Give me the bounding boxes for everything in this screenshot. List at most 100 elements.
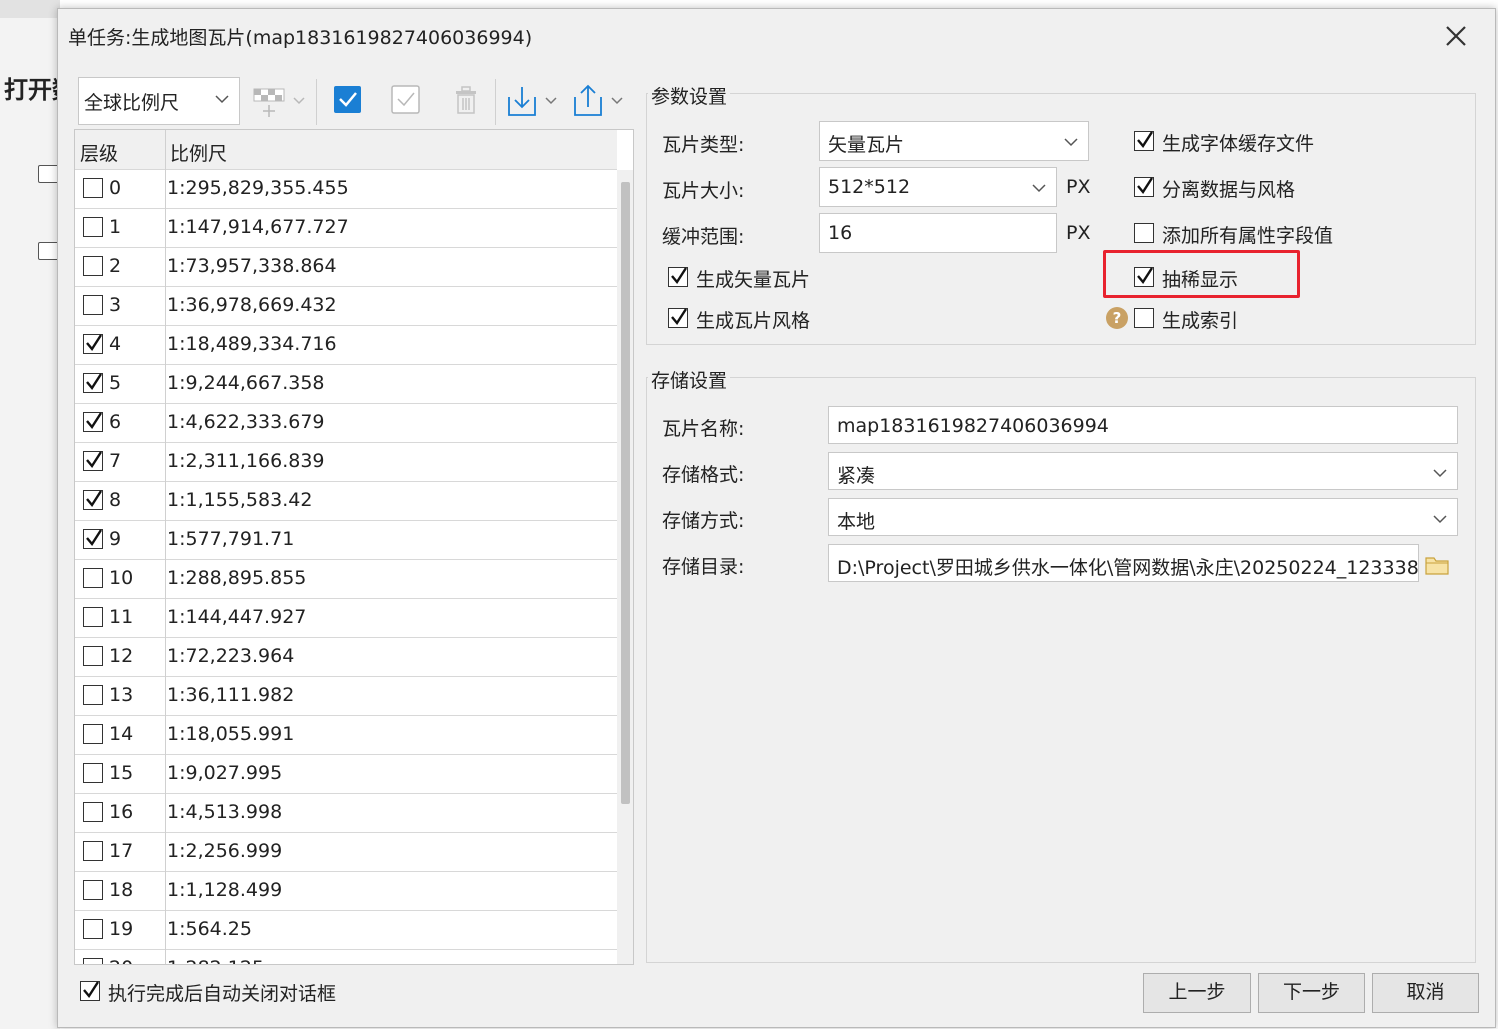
check-all-button[interactable] (332, 83, 364, 119)
checkbox-box (668, 267, 688, 287)
gen-index-checkbox[interactable]: 生成索引 (1134, 306, 1294, 332)
checkbox-box (83, 880, 103, 900)
row-checkbox[interactable] (83, 451, 103, 475)
row-checkbox[interactable] (83, 412, 103, 436)
storage-format-select[interactable]: 紧凑 (828, 452, 1458, 490)
column-header-scale[interactable]: 比例尺 (170, 139, 227, 166)
table-row[interactable]: 17 1:2,256.999 (75, 833, 617, 872)
export-button[interactable] (572, 83, 628, 119)
row-checkbox[interactable] (83, 490, 103, 514)
cancel-button[interactable]: 取消 (1372, 973, 1479, 1013)
table-row[interactable]: 9 1:577,791.71 (75, 521, 617, 560)
row-checkbox[interactable] (83, 958, 103, 964)
row-checkbox[interactable] (83, 685, 103, 709)
checkbox-box (83, 685, 103, 705)
scrollbar-thumb[interactable] (621, 182, 630, 804)
row-checkbox[interactable] (83, 295, 103, 319)
column-divider (165, 404, 166, 443)
tile-grid-add-button[interactable] (252, 83, 308, 119)
table-row[interactable]: 7 1:2,311,166.839 (75, 443, 617, 482)
row-checkbox[interactable] (83, 724, 103, 748)
row-checkbox[interactable] (83, 256, 103, 280)
column-divider (165, 248, 166, 287)
checkbox-box (83, 178, 103, 198)
table-row[interactable]: 16 1:4,513.998 (75, 794, 617, 833)
table-row[interactable]: 19 1:564.25 (75, 911, 617, 950)
row-checkbox[interactable] (83, 373, 103, 397)
tile-type-select[interactable]: 矢量瓦片 (819, 121, 1089, 161)
level-cell: 9 (109, 528, 122, 550)
scale-cell: 1:72,223.964 (167, 645, 295, 667)
gen-tile-style-checkbox[interactable]: 生成瓦片风格 (668, 306, 828, 332)
tile-name-input[interactable]: map1831619827406036994 (828, 406, 1458, 444)
table-row[interactable]: 20 1:282.125 (75, 950, 617, 964)
close-button[interactable] (1441, 21, 1471, 51)
separate-data-style-checkbox[interactable]: 分离数据与风格 (1134, 175, 1334, 201)
uncheck-all-button[interactable] (390, 83, 422, 119)
level-cell: 1 (109, 216, 122, 238)
uncheck-all-icon (391, 85, 420, 114)
table-row[interactable]: 2 1:73,957,338.864 (75, 248, 617, 287)
table-row[interactable]: 3 1:36,978,669.432 (75, 287, 617, 326)
background-topbar (0, 0, 60, 18)
table-row[interactable]: 11 1:144,447.927 (75, 599, 617, 638)
column-divider (165, 911, 166, 950)
scale-cell: 1:4,622,333.679 (167, 411, 325, 433)
prev-button[interactable]: 上一步 (1143, 973, 1251, 1013)
table-row[interactable]: 5 1:9,244,667.358 (75, 365, 617, 404)
scale-cell: 1:564.25 (167, 918, 252, 940)
background-window: 打开数 (0, 0, 60, 1029)
checkbox-box (1134, 267, 1154, 287)
chevron-down-icon (1032, 184, 1046, 193)
table-row[interactable]: 8 1:1,155,583.42 (75, 482, 617, 521)
table-row[interactable]: 13 1:36,111.982 (75, 677, 617, 716)
table-row[interactable]: 6 1:4,622,333.679 (75, 404, 617, 443)
gen-font-cache-checkbox[interactable]: 生成字体缓存文件 (1134, 129, 1334, 155)
table-row[interactable]: 14 1:18,055.991 (75, 716, 617, 755)
row-checkbox[interactable] (83, 841, 103, 865)
checkbox-box (83, 802, 103, 822)
table-row[interactable]: 15 1:9,027.995 (75, 755, 617, 794)
column-divider (165, 326, 166, 365)
row-checkbox[interactable] (83, 919, 103, 943)
table-row[interactable]: 4 1:18,489,334.716 (75, 326, 617, 365)
buffer-input[interactable]: 16 (819, 213, 1057, 253)
table-row[interactable]: 18 1:1,128.499 (75, 872, 617, 911)
tile-size-select[interactable]: 512*512 (819, 167, 1057, 207)
row-checkbox[interactable] (83, 802, 103, 826)
add-all-attrs-label: 添加所有属性字段值 (1162, 225, 1334, 247)
row-checkbox[interactable] (83, 763, 103, 787)
table-body: 0 1:295,829,355.455 1 1:147,914,677.727 2 1:7… (75, 170, 617, 964)
table-row[interactable]: 0 1:295,829,355.455 (75, 170, 617, 209)
row-checkbox[interactable] (83, 529, 103, 553)
table-row[interactable]: 12 1:72,223.964 (75, 638, 617, 677)
level-cell: 5 (109, 372, 122, 394)
row-checkbox[interactable] (83, 334, 103, 358)
row-checkbox[interactable] (83, 880, 103, 904)
column-header-level[interactable]: 层级 (80, 139, 118, 166)
dialog-title: 单任务:生成地图瓦片(map1831619827406036994) (68, 27, 533, 49)
delete-button[interactable] (450, 83, 482, 119)
next-button[interactable]: 下一步 (1258, 973, 1365, 1013)
table-row[interactable]: 10 1:288,895.855 (75, 560, 617, 599)
checkbox-box (83, 958, 103, 964)
storage-method-select[interactable]: 本地 (828, 498, 1458, 536)
add-all-attrs-checkbox[interactable]: 添加所有属性字段值 (1134, 221, 1354, 247)
browse-folder-button[interactable] (1425, 553, 1449, 577)
row-checkbox[interactable] (83, 568, 103, 592)
row-checkbox[interactable] (83, 217, 103, 241)
row-checkbox[interactable] (83, 646, 103, 670)
gen-vector-tile-checkbox[interactable]: 生成矢量瓦片 (668, 265, 828, 291)
level-cell: 14 (109, 723, 134, 745)
gen-font-cache-label: 生成字体缓存文件 (1162, 133, 1315, 155)
row-checkbox[interactable] (83, 607, 103, 631)
row-checkbox[interactable] (83, 178, 103, 202)
help-icon[interactable]: ? (1106, 307, 1128, 329)
scale-preset-select[interactable]: 全球比例尺 (78, 77, 240, 125)
tile-grid-add-icon (253, 88, 305, 117)
storage-dir-input[interactable]: D:\Project\罗田城乡供水一体化\管网数据\永庄\20250224_12… (828, 544, 1419, 582)
table-row[interactable]: 1 1:147,914,677.727 (75, 209, 617, 248)
checkbox-box (1134, 131, 1154, 151)
import-button[interactable] (506, 83, 562, 119)
thin-display-checkbox[interactable]: 抽稀显示 (1134, 265, 1294, 291)
